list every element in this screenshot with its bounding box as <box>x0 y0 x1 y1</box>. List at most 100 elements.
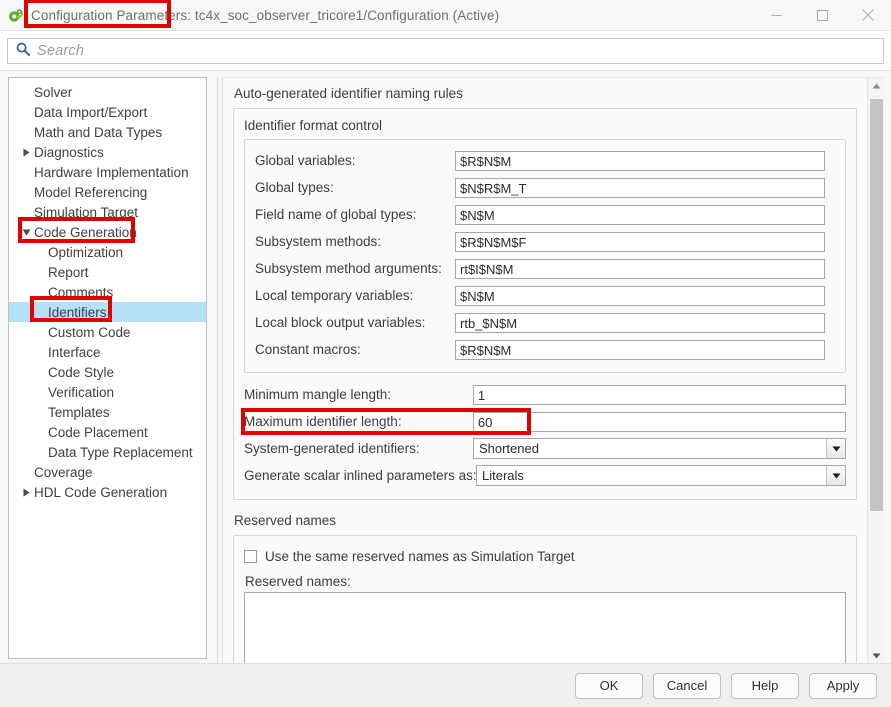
scroll-down-button[interactable] <box>868 648 885 663</box>
field-input-global-variables[interactable]: $R$N$M <box>455 151 825 171</box>
field-input-maximum-identifier-length[interactable]: 60 <box>473 412 846 432</box>
sidebar-item-identifiers[interactable]: Identifiers <box>9 302 206 322</box>
field-input-local-block-output-variables[interactable]: rtb_$N$M <box>455 313 825 333</box>
minimize-button[interactable] <box>753 0 799 30</box>
sidebar-item-hardware-implementation[interactable]: Hardware Implementation <box>9 162 206 182</box>
use-simulation-target-reserved-names-row[interactable]: Use the same reserved names as Simulatio… <box>244 544 846 568</box>
sidebar-item-math-and-data-types[interactable]: Math and Data Types <box>9 122 206 142</box>
field-row-global-types: Global types:$N$R$M_T <box>255 174 835 201</box>
dropdown-value: Shortened <box>474 439 826 458</box>
ok-button[interactable]: OK <box>575 673 643 699</box>
field-label: Constant macros: <box>255 342 455 357</box>
dropdown-generate-scalar-inlined-parameters-as[interactable]: Literals <box>476 465 846 486</box>
field-label: Field name of global types: <box>255 207 455 222</box>
sidebar-item-label: Comments <box>47 285 113 300</box>
sidebar-item-label: Custom Code <box>47 325 131 340</box>
field-input-local-temporary-variables[interactable]: $N$M <box>455 286 825 306</box>
sidebar-item-optimization[interactable]: Optimization <box>9 242 206 262</box>
sidebar-item-label: Math and Data Types <box>33 125 162 140</box>
field-row-maximum-identifier-length: Maximum identifier length:60 <box>244 408 846 435</box>
field-input-global-types[interactable]: $N$R$M_T <box>455 178 825 198</box>
sidebar-item-simulation-target[interactable]: Simulation Target <box>9 202 206 222</box>
sidebar-item-label: HDL Code Generation <box>33 485 167 500</box>
window-title: Configuration Parameters: tc4x_soc_obser… <box>31 8 499 23</box>
field-label: Global types: <box>255 180 455 195</box>
sidebar-item-label: Data Import/Export <box>33 105 147 120</box>
minimize-icon <box>771 10 782 21</box>
sidebar-item-data-import-export[interactable]: Data Import/Export <box>9 102 206 122</box>
dialog-footer: OK Cancel Help Apply <box>0 663 891 707</box>
title-bar: Configuration Parameters: tc4x_soc_obser… <box>0 0 891 30</box>
identifiers-pane: Auto-generated identifier naming rules I… <box>222 77 867 663</box>
field-input-subsystem-methods[interactable]: $R$N$M$F <box>455 232 825 252</box>
sidebar-item-hdl-code-generation[interactable]: HDL Code Generation <box>9 482 206 502</box>
sidebar-item-comments[interactable]: Comments <box>9 282 206 302</box>
chevron-down-icon[interactable] <box>826 439 845 458</box>
field-row-generate-scalar-inlined-parameters-as: Generate scalar inlined parameters as:Li… <box>244 462 846 489</box>
sidebar-item-custom-code[interactable]: Custom Code <box>9 322 206 342</box>
main-pane-scrollbar[interactable] <box>867 77 884 663</box>
field-label: Subsystem method arguments: <box>255 261 455 276</box>
panel-splitter[interactable] <box>212 77 222 663</box>
close-button[interactable] <box>845 0 891 30</box>
window-controls <box>753 0 891 30</box>
field-label: Global variables: <box>255 153 455 168</box>
sidebar-item-label: Templates <box>47 405 110 420</box>
sidebar-item-verification[interactable]: Verification <box>9 382 206 402</box>
field-input-constant-macros[interactable]: $R$N$M <box>455 340 825 360</box>
cancel-button[interactable]: Cancel <box>653 673 721 699</box>
field-input-minimum-mangle-length[interactable]: 1 <box>473 385 846 405</box>
scrollbar-thumb[interactable] <box>870 99 883 511</box>
sidebar-item-diagnostics[interactable]: Diagnostics <box>9 142 206 162</box>
field-label: System-generated identifiers: <box>244 441 473 456</box>
sidebar-item-label: Code Placement <box>47 425 148 440</box>
search-input[interactable]: Search <box>7 38 884 64</box>
sidebar-item-label: Report <box>47 265 89 280</box>
field-row-subsystem-method-arguments: Subsystem method arguments:rt$I$N$M <box>255 255 835 282</box>
field-row-constant-macros: Constant macros:$R$N$M <box>255 336 835 363</box>
sidebar-item-coverage[interactable]: Coverage <box>9 462 206 482</box>
sidebar-item-model-referencing[interactable]: Model Referencing <box>9 182 206 202</box>
chevron-down-icon[interactable] <box>826 466 845 485</box>
maximize-button[interactable] <box>799 0 845 30</box>
field-label: Local temporary variables: <box>255 288 455 303</box>
sidebar-item-label: Optimization <box>47 245 123 260</box>
settings-tree[interactable]: Solver Data Import/Export Math and Data Ty… <box>8 77 207 659</box>
sidebar-item-data-type-replacement[interactable]: Data Type Replacement <box>9 442 206 462</box>
sidebar-item-label: Model Referencing <box>33 185 147 200</box>
help-button[interactable]: Help <box>731 673 799 699</box>
reserved-names-textarea[interactable] <box>244 592 846 663</box>
dropdown-system-generated-identifiers[interactable]: Shortened <box>473 438 846 459</box>
sidebar-item-templates[interactable]: Templates <box>9 402 206 422</box>
search-placeholder: Search <box>37 43 84 59</box>
sidebar-item-code-placement[interactable]: Code Placement <box>9 422 206 442</box>
section-title: Auto-generated identifier naming rules <box>234 86 857 101</box>
field-label: Maximum identifier length: <box>244 414 473 429</box>
close-icon <box>862 9 874 21</box>
sidebar-item-label: Verification <box>47 385 114 400</box>
sidebar-item-code-style[interactable]: Code Style <box>9 362 206 382</box>
sidebar-item-interface[interactable]: Interface <box>9 342 206 362</box>
sidebar-item-report[interactable]: Report <box>9 262 206 282</box>
configuration-parameters-window: Configuration Parameters: tc4x_soc_obser… <box>0 0 891 707</box>
field-input-field-name-of-global-types[interactable]: $N$M <box>455 205 825 225</box>
field-row-global-variables: Global variables:$R$N$M <box>255 147 835 174</box>
field-label: Minimum mangle length: <box>244 387 473 402</box>
use-simulation-target-label: Use the same reserved names as Simulatio… <box>265 549 575 564</box>
scroll-up-button[interactable] <box>868 78 885 93</box>
sidebar-item-label: Solver <box>33 85 72 100</box>
maximize-icon <box>817 10 828 21</box>
field-input-subsystem-method-arguments[interactable]: rt$I$N$M <box>455 259 825 279</box>
chevron-down-icon <box>19 229 33 236</box>
use-simulation-target-checkbox[interactable] <box>244 550 257 563</box>
sidebar-item-label: Simulation Target <box>33 205 138 220</box>
field-row-system-generated-identifiers: System-generated identifiers:Shortened <box>244 435 846 462</box>
apply-button[interactable]: Apply <box>809 673 877 699</box>
identifier-naming-panel: Identifier format control Global variabl… <box>233 108 857 500</box>
field-row-minimum-mangle-length: Minimum mangle length:1 <box>244 381 846 408</box>
sidebar-item-solver[interactable]: Solver <box>9 82 206 102</box>
field-row-field-name-of-global-types: Field name of global types:$N$M <box>255 201 835 228</box>
sidebar-item-code-generation[interactable]: Code Generation <box>9 222 206 242</box>
field-label: Local block output variables: <box>255 315 455 330</box>
field-row-subsystem-methods: Subsystem methods:$R$N$M$F <box>255 228 835 255</box>
